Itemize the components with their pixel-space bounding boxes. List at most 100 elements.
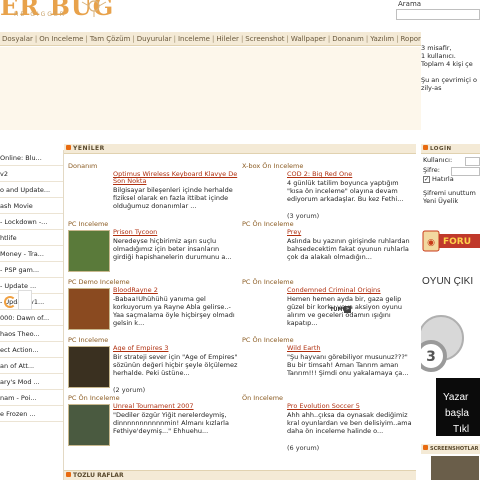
left-menu-item[interactable]: - PSP gam... (0, 262, 63, 278)
left-menu-item[interactable]: v2 (0, 166, 63, 182)
site-header: ER BUG HE GIGGER Arama (0, 0, 480, 32)
spinner-icon (4, 296, 16, 308)
login-title: LOGİN (430, 146, 452, 152)
news-category: Ön Inceleme (242, 394, 284, 402)
screenshots-title: SCREENSHOTLAR (430, 446, 479, 452)
news-title-link[interactable]: Unreal Tournament 2007 (113, 403, 239, 410)
left-menu-item[interactable]: ect Action... (0, 342, 63, 358)
nav-item[interactable]: Tam Çözüm (88, 35, 133, 43)
news-item: PC Inceleme Prison Tycoon Neredeyse hiçbir… (68, 220, 240, 276)
section-header-new: YENİLER (64, 144, 416, 154)
left-menu-item[interactable]: 000: Dawn of... (0, 310, 63, 326)
main-content: YENİLER Donanım Optimus Wireless Keyboard… (64, 144, 416, 480)
news-summary: Aslında bu yazının girişinde ruhlardan b… (287, 237, 410, 261)
news-item: Ön Inceleme Pro Evolution Soccer 5 Ahh ahh… (242, 394, 414, 452)
nav-item[interactable]: Roportaj (398, 35, 421, 43)
left-menu-item[interactable]: ary's Mod ... (0, 374, 63, 390)
news-title-link[interactable]: Prey (287, 229, 413, 236)
search-input[interactable] (396, 9, 480, 20)
news-category: PC Ön Inceleme (242, 278, 294, 286)
site-logo-tagline: HE GIGGER (14, 11, 66, 18)
remember-checkbox[interactable]: ✓ (423, 175, 430, 183)
sidebar-widget (18, 290, 32, 310)
online-user-link[interactable]: zily-as (421, 84, 480, 92)
news-title-link[interactable]: BloodRayne 2 (113, 287, 239, 294)
online-users: 1 kullanıcı. (421, 52, 456, 60)
screenshots-header: SCREENSHOTLAR (421, 444, 480, 454)
left-menu-item[interactable]: htlife (0, 230, 63, 246)
news-title-link[interactable]: Age of Empires 3 (113, 345, 239, 352)
section-bullet-icon (66, 472, 71, 477)
nav-item[interactable]: Hileler (214, 35, 241, 43)
more-arrow-icon[interactable]: » (344, 306, 351, 313)
svg-text:3: 3 (426, 349, 436, 365)
section-bullet-icon (66, 145, 71, 150)
comment-count-link[interactable]: (6 yorum) (287, 444, 319, 452)
nav-item[interactable]: Yazılım (368, 35, 396, 43)
nav-item[interactable]: Duyurular (135, 35, 174, 43)
left-menu-item[interactable]: e Frozen ... (0, 406, 63, 422)
nav-item[interactable]: On Inceleme (37, 35, 85, 43)
news-title-link[interactable]: Optimus Wireless Keyboard Klavye De Son … (113, 171, 239, 185)
section-bullet-icon (423, 145, 428, 150)
left-menu-item[interactable]: Online: Blu... (0, 150, 63, 166)
left-menu-item[interactable]: ash Movie (0, 198, 63, 214)
left-menu-item[interactable]: an of Att... (0, 358, 63, 374)
news-summary: "Şu hayvanı görebiliyor musunuz???" Bu b… (287, 353, 409, 377)
remember-label: Hatırla (432, 175, 454, 183)
online-users-box: 3 misafir, 1 kullanıcı. Toplam 4 kişi çe… (421, 44, 480, 104)
news-item: X-box Ön Inceleme COD 2: Big Red One 4 gün… (242, 162, 414, 220)
svg-text:Yazar: Yazar (443, 392, 469, 403)
news-title-link[interactable]: Wild Earth (287, 345, 413, 352)
svg-text:OYUN ÇIKI: OYUN ÇIKI (422, 276, 473, 287)
comment-count-link[interactable]: (2 yorum) (113, 386, 145, 394)
news-summary: Bir strateji sever için "Age of Empires"… (113, 353, 238, 377)
left-menu-item[interactable]: o and Update... (0, 182, 63, 198)
left-menu-item[interactable]: Money - Tra... (0, 246, 63, 262)
svg-text:◉: ◉ (427, 238, 435, 248)
news-summary: -Babaa!Uhühühü yanıma gel korkuyorum ya … (113, 295, 235, 327)
news-title-link[interactable]: COD 2: Big Red One (287, 171, 413, 178)
news-title-link[interactable]: Prison Tycoon (113, 229, 239, 236)
news-title-link[interactable]: Pro Evolution Soccer 5 (287, 403, 413, 410)
main-nav: Dosyalar | On Inceleme | Tam Çözüm | Duyurular… (0, 32, 421, 46)
left-menu-item[interactable]: nam - Poi... (0, 390, 63, 406)
news-summary: 4 günlük tatilim boyunca yaptığım "kısa … (287, 179, 404, 203)
section-header-dusty-shelves: TOZLU RAFLAR (64, 470, 416, 480)
nav-item[interactable]: Wallpaper (289, 35, 328, 43)
news-category: PC Ön Inceleme (68, 394, 120, 402)
news-item: PC Ön Inceleme Unreal Tournament 2007 "Ded… (68, 394, 240, 450)
news-category: PC Ön Inceleme (242, 220, 294, 228)
news-summary: Bilgisayar bileşenleri içinde herhalde f… (113, 186, 233, 210)
news-thumbnail[interactable] (68, 230, 110, 272)
news-item: PC Ön Inceleme Wild Earth "Şu hayvanı göre… (242, 336, 414, 392)
remember-row: ✓ Hatırla (423, 175, 480, 183)
password-input[interactable] (451, 167, 480, 176)
left-menu-item[interactable]: haos Theo... (0, 326, 63, 342)
bug-logo-icon (81, 0, 107, 17)
new-user-link[interactable]: Yeni Üyelik (423, 197, 480, 205)
login-header: LOGİN (421, 144, 480, 154)
news-item: PC Demo Inceleme BloodRayne 2 -Babaa!Uhühü… (68, 278, 240, 334)
nav-item[interactable]: Screenshot (243, 35, 286, 43)
news-title-link[interactable]: Condemned Criminal Origins (287, 287, 413, 294)
nav-item[interactable]: Donanım (330, 35, 366, 43)
search-label: Arama (398, 0, 422, 8)
nav-item[interactable]: Dosyalar (0, 35, 35, 43)
game-release-banner[interactable]: OYUN ÇIKI 3 Yazar başla Tıkl (421, 266, 480, 436)
section-title: TOZLU RAFLAR (73, 472, 124, 479)
left-menu-item[interactable]: - Lockdown -... (0, 214, 63, 230)
news-thumbnail[interactable] (68, 346, 110, 388)
news-thumbnail[interactable] (68, 288, 110, 330)
news-category: Donanım (68, 162, 98, 170)
left-sidebar: Online: Blu... v2 o and Update... ash Movie… (0, 150, 64, 480)
forgot-password-link[interactable]: Şifremi unuttum (423, 189, 480, 197)
online-currently-label: Şu an çevrimiçi o (421, 76, 477, 84)
forum-banner[interactable]: ◉ FORU (421, 229, 480, 253)
comment-count-link[interactable]: (3 yorum) (287, 212, 319, 220)
screenshot-thumbnail[interactable] (431, 456, 479, 480)
news-thumbnail[interactable] (68, 404, 110, 446)
section-bullet-icon (423, 445, 428, 450)
username-input[interactable] (465, 157, 480, 166)
nav-item[interactable]: Inceleme (176, 35, 212, 43)
